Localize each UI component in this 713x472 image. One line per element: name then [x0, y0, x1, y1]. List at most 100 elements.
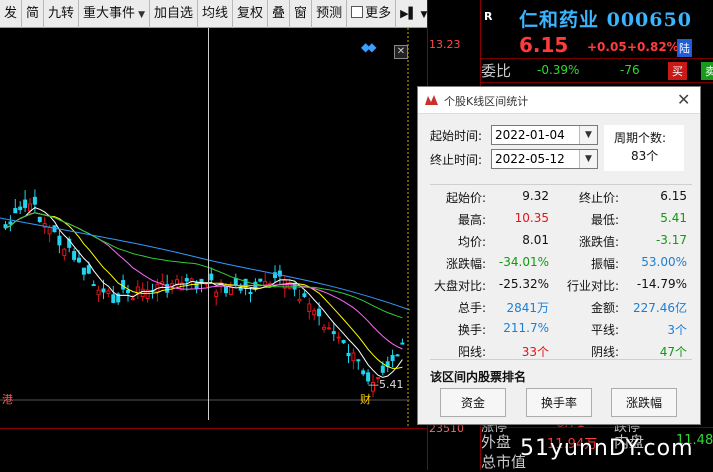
chevron-down-icon: ▼ [138, 9, 145, 20]
rank-by-change-button[interactable]: 涨跌幅 [611, 388, 677, 417]
candle-body [121, 280, 126, 290]
candle-body [317, 308, 322, 317]
start-time-value: 2022-01-04 [495, 128, 565, 142]
crosshair-line [208, 28, 209, 420]
rank-section-label: 该区间内股票排名 [430, 370, 527, 384]
start-time-select[interactable]: 2022-01-04 ▼ [491, 125, 598, 145]
stat-label: 终止价: [578, 191, 619, 205]
period-count-box: 周期个数: 83个 [604, 125, 684, 171]
hk-connect-label: 港 [2, 393, 13, 406]
app-icon [425, 95, 438, 105]
outer-volume-label: 外盘 [481, 433, 512, 451]
candle-body [209, 273, 214, 281]
chevron-down-icon[interactable]: ▼ [579, 126, 597, 144]
stat-value: 6.15 [660, 189, 687, 203]
rank-by-turnover-button[interactable]: 换手率 [526, 388, 592, 417]
toolbar-jiuzhuan[interactable]: 九转 [44, 0, 80, 28]
toolbar-more[interactable]: 更多 [347, 0, 397, 28]
stat-label: 阴线: [590, 345, 619, 359]
quote-divider [481, 58, 713, 59]
watermark: 51yunnDY.com [520, 436, 694, 461]
buy-button[interactable]: 买 [668, 62, 687, 80]
candle-body [37, 216, 42, 223]
candle-body [184, 278, 189, 282]
stat-value: 211.7% [503, 321, 549, 335]
stat-label: 行业对比: [566, 279, 619, 293]
candle-body [356, 359, 361, 362]
candle-body [336, 336, 341, 339]
close-icon[interactable]: ✕ [677, 90, 690, 109]
toolbar-fa[interactable]: 发 [0, 0, 23, 28]
stat-value: 5.41 [660, 211, 687, 225]
stat-label: 总手: [457, 301, 486, 315]
candle-body [106, 290, 111, 294]
candle-body [400, 342, 405, 345]
stat-label: 起始价: [445, 191, 486, 205]
candle-body [228, 286, 233, 295]
candle-body [390, 354, 395, 362]
stat-value: -3.17 [655, 233, 687, 247]
toolbar-add-watchlist[interactable]: 加自选 [150, 0, 198, 28]
candle-body [72, 251, 77, 260]
axis-top-price: 13.23 [429, 38, 461, 51]
market-tag: R [484, 10, 493, 23]
stat-label: 最高: [457, 213, 486, 227]
candle-body [307, 303, 312, 313]
candle-body [258, 278, 263, 282]
candle-body [8, 221, 13, 225]
double-arrow-icon[interactable]: ◆◆ [361, 40, 377, 54]
toolbar-major-events[interactable]: 重大事件 ▼ [79, 0, 150, 28]
candle-body [238, 287, 243, 291]
stat-label: 金额: [590, 301, 619, 315]
toolbar-adjust[interactable]: 复权 [233, 0, 269, 28]
webi-pct: -0.39% [537, 63, 580, 77]
lower-panel-divider [0, 428, 427, 429]
candle-body [23, 199, 28, 208]
stat-label: 涨跌幅: [445, 257, 486, 271]
candle-body [326, 327, 331, 330]
stat-value: 47个 [659, 345, 687, 359]
candle-body [57, 235, 62, 246]
close-icon[interactable]: ✕ [394, 45, 408, 59]
price-change-pct: +0.82% [627, 40, 679, 54]
toolbar-forecast[interactable]: 预测 [312, 0, 348, 28]
period-count-label: 周期个数: [614, 131, 667, 145]
webi-diff: -76 [620, 63, 640, 77]
dialog-titlebar[interactable]: 个股K线区间统计 ✕ [418, 87, 700, 114]
toolbar-overlay[interactable]: 叠 [268, 0, 291, 28]
stat-label: 平线: [590, 323, 619, 337]
candle-body [302, 293, 307, 297]
candle-body [101, 288, 106, 293]
candle-body [380, 365, 385, 373]
candle-body [331, 331, 336, 335]
candle-body [322, 326, 326, 330]
chevron-down-icon[interactable]: ▼ [579, 150, 597, 168]
moving-average-line [5, 207, 403, 378]
candle-body [32, 196, 37, 205]
stat-value: 3个 [667, 323, 687, 337]
stat-value: -25.32% [498, 277, 549, 291]
chart-toolbar: 发 简 九转 重大事件 ▼ 加自选 均线 复权 叠 窗 预测 更多 ▶▌ ▼ [0, 0, 427, 28]
candle-body [194, 281, 199, 289]
stat-value: 9.32 [522, 189, 549, 203]
candle-body [268, 283, 273, 286]
candle-body [13, 208, 18, 214]
end-time-select[interactable]: 2022-05-12 ▼ [491, 149, 598, 169]
kline-chart[interactable] [0, 28, 410, 428]
last-price: 6.15 [519, 33, 569, 57]
stat-value: -14.79% [636, 277, 687, 291]
candle-body [233, 277, 238, 286]
toolbar-moving-average[interactable]: 均线 [198, 0, 234, 28]
dialog-divider [430, 359, 692, 360]
toolbar-window[interactable]: 窗 [290, 0, 313, 28]
candle-body [214, 291, 219, 298]
candle-body [341, 340, 346, 344]
candle-body [312, 310, 317, 315]
end-time-value: 2022-05-12 [495, 152, 565, 166]
candle-body [346, 352, 351, 357]
candle-body [91, 284, 96, 287]
candle-body [224, 286, 228, 294]
sell-button[interactable]: 卖 [701, 62, 713, 80]
toolbar-jian[interactable]: 简 [22, 0, 45, 28]
rank-by-capital-button[interactable]: 资金 [440, 388, 506, 417]
